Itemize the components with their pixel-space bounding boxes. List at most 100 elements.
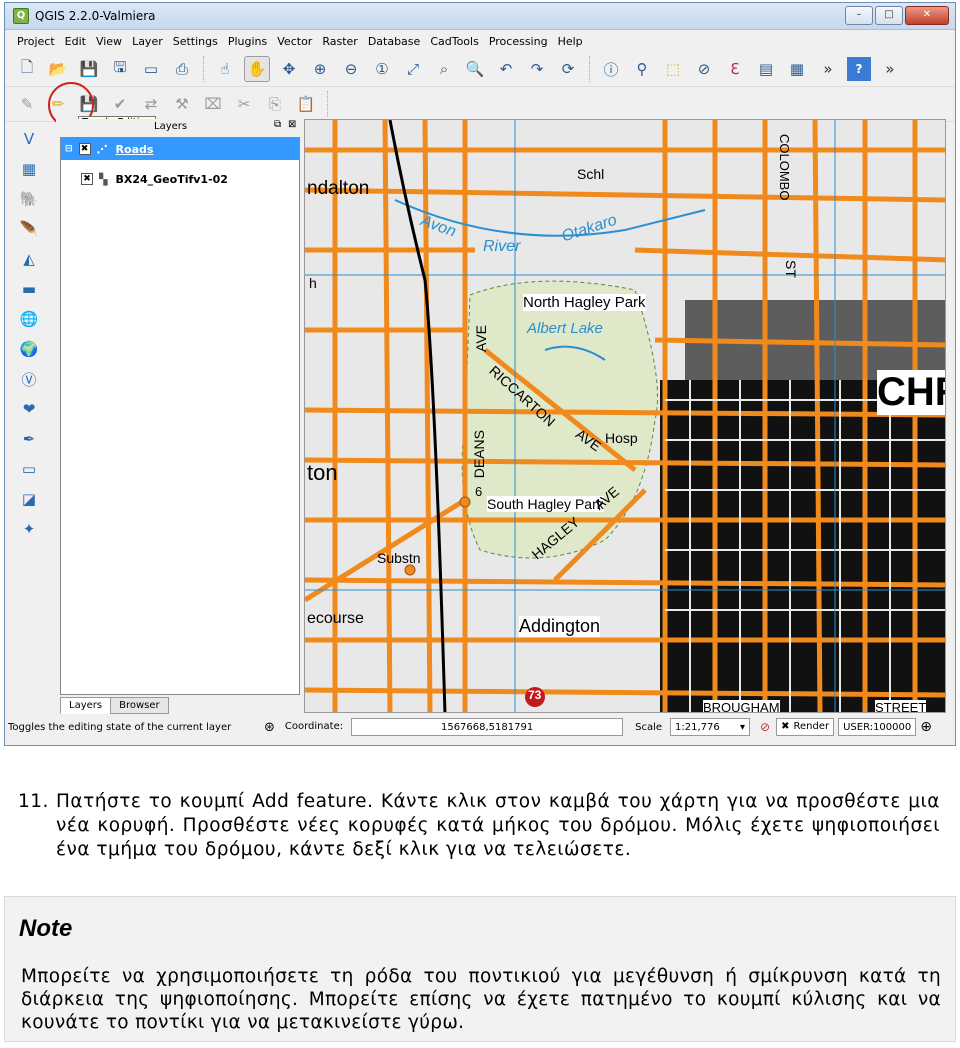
note-title: Note <box>19 915 73 942</box>
collapse-icon[interactable]: ⊟ <box>65 144 73 154</box>
map-label-river: River <box>483 238 521 255</box>
maximize-button[interactable]: □ <box>875 6 903 25</box>
statistics-icon[interactable]: ▦ <box>785 57 809 81</box>
add-vector-layer-icon[interactable]: V <box>16 126 42 152</box>
save-as-icon[interactable]: 🖫 <box>108 57 132 81</box>
zoom-layer-icon[interactable]: 🔍 <box>463 57 487 81</box>
open-project-icon[interactable]: 📂 <box>46 57 70 81</box>
tab-layers[interactable]: Layers <box>60 697 112 714</box>
layer-name: Roads <box>115 142 154 156</box>
layer-name: BX24_GeoTifv1-02 <box>115 172 228 186</box>
add-wcs-layer-icon[interactable]: 🌍 <box>16 336 42 362</box>
node-tool-icon[interactable]: ⚒ <box>170 92 194 116</box>
field-calculator-icon[interactable]: ℇ <box>723 57 747 81</box>
deselect-icon[interactable]: ⊘ <box>692 57 716 81</box>
note-box: Note Μπορείτε να χρησιμοποιήσετε τη ρόδα… <box>4 896 956 1042</box>
scale-combo[interactable]: 1:21,776 ▾ <box>670 718 751 736</box>
toggle-extents-icon[interactable]: ⊛ <box>264 720 275 735</box>
delete-selected-icon[interactable]: ⌧ <box>201 92 225 116</box>
touch-zoom-icon[interactable]: ☝ <box>213 57 237 81</box>
toolbar-overflow-icon[interactable]: » <box>816 57 840 81</box>
menu-view[interactable]: View <box>96 35 122 48</box>
select-features-icon[interactable]: ⬚ <box>661 57 685 81</box>
map-label-substn: Substn <box>377 550 421 566</box>
close-panel-icon[interactable]: ⊠ <box>288 119 296 130</box>
toolbar-overflow-icon-2[interactable]: » <box>878 57 902 81</box>
float-panel-icon[interactable]: ⧉ <box>274 119 281 130</box>
layer-visibility-checkbox[interactable]: ✖ <box>81 173 93 185</box>
instruction-step: 11. Πατήστε το κουμπί Add feature. Κάντε… <box>18 790 958 862</box>
layer-item-raster[interactable]: ✖ ▚ BX24_GeoTifv1-02 <box>61 168 299 190</box>
paste-features-icon[interactable]: 📋 <box>294 92 318 116</box>
add-spatialite-layer-icon[interactable]: 🪶 <box>16 216 42 242</box>
add-feature-icon[interactable]: ✔ <box>108 92 132 116</box>
menu-layer[interactable]: Layer <box>132 35 163 48</box>
minimize-button[interactable]: – <box>845 6 873 25</box>
zoom-next-icon[interactable]: ↷ <box>525 57 549 81</box>
save-project-icon[interactable]: 💾 <box>77 57 101 81</box>
add-postgis-layer-icon[interactable]: 🐘 <box>16 186 42 212</box>
layers-panel-title: Layers <box>154 121 188 132</box>
plugin-icon[interactable]: ✦ <box>16 516 42 542</box>
menu-plugins[interactable]: Plugins <box>228 35 267 48</box>
copy-features-icon[interactable]: ⎘ <box>263 92 287 116</box>
menu-edit[interactable]: Edit <box>65 35 86 48</box>
new-project-icon[interactable]: 🗋 <box>15 57 39 81</box>
add-mssql-layer-icon[interactable]: ◭ <box>16 246 42 272</box>
menu-database[interactable]: Database <box>368 35 421 48</box>
new-print-composer-icon[interactable]: ▭ <box>139 57 163 81</box>
messages-icon[interactable]: ⊕ <box>920 719 932 735</box>
stop-render-icon[interactable]: ⊘ <box>760 720 770 734</box>
measure-icon[interactable]: ⚲ <box>630 57 654 81</box>
tab-browser[interactable]: Browser <box>110 697 169 714</box>
menu-settings[interactable]: Settings <box>173 35 218 48</box>
layers-tree: ⊟ ✖ ⋰ Roads ✖ ▚ BX24_GeoTifv1-02 <box>60 137 300 695</box>
refresh-icon[interactable]: ⟳ <box>556 57 580 81</box>
main-toolbar: 🗋 📂 💾 🖫 ▭ ⎙ ☝ ✋ ✥ ⊕ ⊖ ① ⤢ ⌕ 🔍 ↶ ↷ ⟳ ⓘ ⚲ … <box>5 52 955 87</box>
menu-raster[interactable]: Raster <box>322 35 357 48</box>
menu-help[interactable]: Help <box>558 35 583 48</box>
map-label-addington: Addington <box>519 616 601 637</box>
render-toggle[interactable]: ✖ Render <box>776 718 835 736</box>
add-wms-layer-icon[interactable]: 🌐 <box>16 306 42 332</box>
zoom-selection-icon[interactable]: ⌕ <box>432 57 456 81</box>
zoom-full-icon[interactable]: ⤢ <box>401 57 425 81</box>
menu-processing[interactable]: Processing <box>489 35 548 48</box>
menu-vector[interactable]: Vector <box>277 35 312 48</box>
layer-item-roads[interactable]: ⊟ ✖ ⋰ Roads <box>61 138 299 160</box>
new-temp-layer-icon[interactable]: ▭ <box>16 456 42 482</box>
map-canvas[interactable]: COLOMBO ndalton Schl Avon River Otakaro … <box>304 119 946 713</box>
map-label-north-hagley: North Hagley Park <box>523 294 646 311</box>
zoom-native-icon[interactable]: ① <box>370 57 394 81</box>
move-feature-icon[interactable]: ⇄ <box>139 92 163 116</box>
add-oracle-layer-icon[interactable]: ▬ <box>16 276 42 302</box>
map-label-73: 73 <box>528 688 542 702</box>
menu-cadtools[interactable]: CadTools <box>430 35 479 48</box>
coordinate-field[interactable]: 1567668,5181791 <box>351 718 624 736</box>
zoom-in-icon[interactable]: ⊕ <box>308 57 332 81</box>
pan-map-icon[interactable]: ✋ <box>244 56 270 82</box>
scale-label: Scale <box>635 721 663 733</box>
crs-button[interactable]: USER:100000 <box>838 718 917 736</box>
step-number: 11. <box>18 791 49 812</box>
qgis-logo-icon: Q <box>13 8 29 24</box>
pan-to-selection-icon[interactable]: ✥ <box>277 57 301 81</box>
help-icon[interactable]: ? <box>847 57 871 81</box>
add-raster-layer-icon[interactable]: ▦ <box>16 156 42 182</box>
add-wfs-layer-icon[interactable]: Ⓥ <box>16 366 42 392</box>
current-edits-icon[interactable]: ✎ <box>15 92 39 116</box>
map-label-chr: CHR <box>877 370 945 415</box>
menu-project[interactable]: Project <box>17 35 55 48</box>
zoom-out-icon[interactable]: ⊖ <box>339 57 363 81</box>
close-button[interactable]: ✕ <box>905 6 949 25</box>
manage-layers-toolbar: V ▦ 🐘 🪶 ◭ ▬ 🌐 🌍 Ⓥ ❤ ✒ ▭ ◪ ✦ <box>12 126 46 586</box>
zoom-last-icon[interactable]: ↶ <box>494 57 518 81</box>
composer-manager-icon[interactable]: ⎙ <box>170 57 194 81</box>
georeferencer-icon[interactable]: ◪ <box>16 486 42 512</box>
identify-icon[interactable]: ⓘ <box>599 57 623 81</box>
add-delimited-text-icon[interactable]: ❤ <box>16 396 42 422</box>
attribute-table-icon[interactable]: ▤ <box>754 57 778 81</box>
cut-features-icon[interactable]: ✂ <box>232 92 256 116</box>
new-shapefile-icon[interactable]: ✒ <box>16 426 42 452</box>
layer-visibility-checkbox[interactable]: ✖ <box>78 143 91 155</box>
